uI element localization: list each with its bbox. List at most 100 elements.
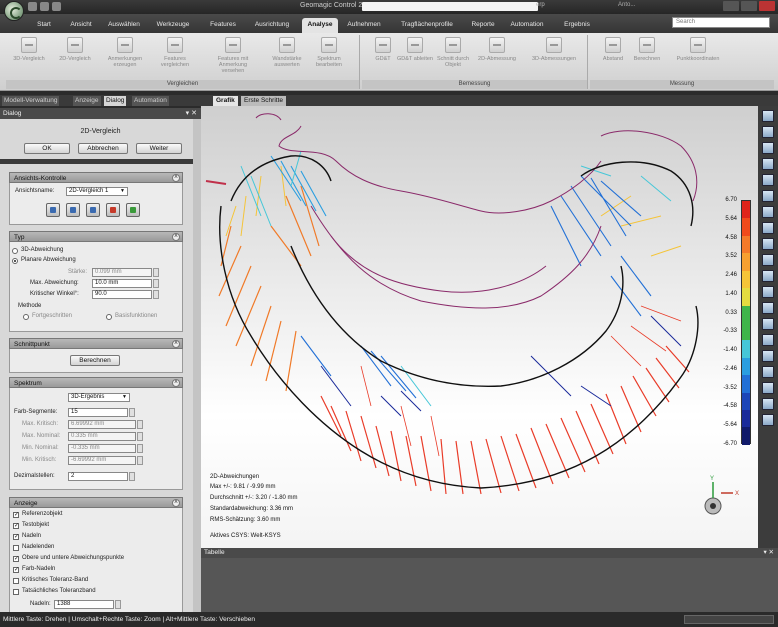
section-ansichts-kontrolle[interactable]: Ansichts-Kontrolle ˄ xyxy=(9,172,183,183)
radio-3d-abweichung[interactable] xyxy=(12,248,18,254)
checkbox-testobjekt[interactable]: ✓ xyxy=(13,523,19,529)
checkbox-nadeln[interactable]: ✓ xyxy=(13,534,19,540)
section-anzeige[interactable]: Anzeige ˄ xyxy=(9,497,183,508)
redo-icon[interactable] xyxy=(52,2,61,11)
max-nominal-spinner[interactable] xyxy=(137,432,143,441)
search-input[interactable]: Search xyxy=(672,17,770,28)
ribbon-button-2d-vergleich[interactable]: 2D-Vergleich xyxy=(54,37,96,77)
view-new-icon[interactable] xyxy=(46,203,60,217)
winkel-spinner[interactable] xyxy=(153,290,159,299)
ptab-dialog[interactable]: Dialog xyxy=(104,96,127,106)
tab-tragflaechenprofile[interactable]: Tragflächenprofile xyxy=(394,18,460,33)
ribbon-button-wandstaerke[interactable]: Wandstärke auswerten xyxy=(266,37,308,77)
save-icon[interactable] xyxy=(28,2,37,11)
vtab-grafik[interactable]: Grafik xyxy=(213,96,238,106)
tab-features[interactable]: Features xyxy=(205,18,241,33)
tab-ergebnis[interactable]: Ergebnis xyxy=(559,18,595,33)
view-update-icon[interactable] xyxy=(86,203,100,217)
undo-icon[interactable] xyxy=(40,2,49,11)
ribbon-button-berechnen[interactable]: Berechnen xyxy=(626,37,668,77)
next-button[interactable]: Weiter xyxy=(136,143,182,154)
collapse-icon[interactable]: ˄ xyxy=(172,340,180,348)
dezimalstellen-field[interactable]: 2 xyxy=(68,472,128,481)
view-icon-18[interactable] xyxy=(762,382,774,394)
nadeln-count-spinner[interactable] xyxy=(115,600,121,609)
view-icon-6[interactable] xyxy=(762,190,774,202)
view-icon-15[interactable] xyxy=(762,334,774,346)
view-icon-1[interactable] xyxy=(762,110,774,122)
pin-icon[interactable]: ▾ ✕ xyxy=(763,548,774,558)
radio-planare-abweichung[interactable] xyxy=(12,258,18,264)
view-icon-12[interactable] xyxy=(762,286,774,298)
min-kritisch-spinner[interactable] xyxy=(137,456,143,465)
view-delete-icon[interactable] xyxy=(106,203,120,217)
close-button[interactable] xyxy=(759,1,775,11)
ribbon-button-punktkoordinaten[interactable]: Punktkoordinaten xyxy=(668,37,728,77)
app-logo-icon[interactable] xyxy=(4,1,24,21)
section-spektrum[interactable]: Spektrum ˄ xyxy=(9,377,183,388)
tab-aufnehmen[interactable]: Aufnehmen xyxy=(343,18,385,33)
minimize-button[interactable] xyxy=(723,1,739,11)
view-icon-10[interactable] xyxy=(762,254,774,266)
view-icon-20[interactable] xyxy=(762,414,774,426)
dialog-scrollbar[interactable] xyxy=(193,119,201,612)
ptab-anzeige[interactable]: Anzeige xyxy=(73,96,101,106)
tab-werkzeuge[interactable]: Werkzeuge xyxy=(150,18,196,33)
collapse-icon[interactable]: ˄ xyxy=(172,379,180,387)
section-schnittpunkt[interactable]: Schnittpunkt ˄ xyxy=(9,338,183,349)
view-icon-4[interactable] xyxy=(762,158,774,170)
ptab-automation[interactable]: Automation xyxy=(132,96,169,106)
ribbon-button-features-vergleichen[interactable]: Features vergleichen xyxy=(154,37,196,77)
radio-fortgeschritten[interactable] xyxy=(23,314,29,320)
ribbon-button-3d-vergleich[interactable]: 3D-Vergleich xyxy=(8,37,50,77)
ribbon-button-spektrum[interactable]: Spektrum bearbeiten xyxy=(308,37,350,77)
max-kritisch-spinner[interactable] xyxy=(137,420,143,429)
ribbon-button-2d-abmessung[interactable]: 2D-Abmessung xyxy=(476,37,518,77)
min-kritisch-field[interactable]: -6.69992 mm xyxy=(68,456,136,465)
tab-ansicht[interactable]: Ansicht xyxy=(66,18,96,33)
view-icon-13[interactable] xyxy=(762,302,774,314)
view-icon-14[interactable] xyxy=(762,318,774,330)
view-icon-11[interactable] xyxy=(762,270,774,282)
max-nominal-field[interactable]: 0.335 mm xyxy=(68,432,136,441)
view-icon-8[interactable] xyxy=(762,222,774,234)
dezimalstellen-spinner[interactable] xyxy=(129,472,135,481)
maximize-button[interactable] xyxy=(741,1,757,11)
radio-basisfunktionen[interactable] xyxy=(106,314,112,320)
checkbox-tatsaechliches-toleranzband[interactable] xyxy=(13,589,19,595)
view-icon-17[interactable] xyxy=(762,366,774,378)
vtab-erste-schritte[interactable]: Erste Schritte xyxy=(241,96,287,106)
checkbox-referenzobjekt[interactable]: ✓ xyxy=(13,512,19,518)
spektrum-mode-select[interactable]: 3D-Ergebnis ▼ xyxy=(68,393,130,402)
pin-icon[interactable]: ▾ ✕ xyxy=(186,108,197,119)
ribbon-button-schnitt[interactable]: Schnitt durch Objekt xyxy=(432,37,474,77)
checkbox-farb-nadeln[interactable]: ✓ xyxy=(13,567,19,573)
section-typ[interactable]: Typ ˄ xyxy=(9,231,183,242)
berechnen-button[interactable]: Berechnen xyxy=(70,355,120,366)
staerke-field[interactable]: 0.099 mm xyxy=(92,268,152,277)
tab-analyse[interactable]: Analyse xyxy=(302,18,338,33)
farb-segmente-spinner[interactable] xyxy=(129,408,135,417)
deviation-plot[interactable]: 2D-Abweichungen Max +/-: 9.81 / -9.99 mm… xyxy=(201,106,758,548)
max-abweichung-spinner[interactable] xyxy=(153,279,159,288)
ribbon-button-3d-abmessungen[interactable]: 3D-Abmessungen xyxy=(526,37,582,77)
ok-button[interactable]: OK xyxy=(24,143,70,154)
ansichtsname-select[interactable]: 2D-Vergleich 1 ▼ xyxy=(66,187,128,196)
checkbox-nadelenden[interactable] xyxy=(13,545,19,551)
view-icon-2[interactable] xyxy=(762,126,774,138)
collapse-icon[interactable]: ˄ xyxy=(172,174,180,182)
ribbon-button-gdt-ableiten[interactable]: GD&T ableiten xyxy=(394,37,436,77)
graphics-viewport[interactable]: 2D-Abweichungen Max +/-: 9.81 / -9.99 mm… xyxy=(201,106,758,548)
ribbon-button-anmerkungen[interactable]: Anmerkungen erzeugen xyxy=(104,37,146,77)
view-icon-9[interactable] xyxy=(762,238,774,250)
min-nominal-field[interactable]: -0.335 mm xyxy=(68,444,136,453)
nadeln-count-field[interactable]: 1388 xyxy=(54,600,114,609)
view-save-icon[interactable] xyxy=(66,203,80,217)
view-icon-7[interactable] xyxy=(762,206,774,218)
view-icon-5[interactable] xyxy=(762,174,774,186)
cancel-button[interactable]: Abbrechen xyxy=(78,143,128,154)
view-icon-16[interactable] xyxy=(762,350,774,362)
view-icon-19[interactable] xyxy=(762,398,774,410)
farb-segmente-field[interactable]: 15 xyxy=(68,408,128,417)
checkbox-kritisches-toleranzband[interactable] xyxy=(13,578,19,584)
